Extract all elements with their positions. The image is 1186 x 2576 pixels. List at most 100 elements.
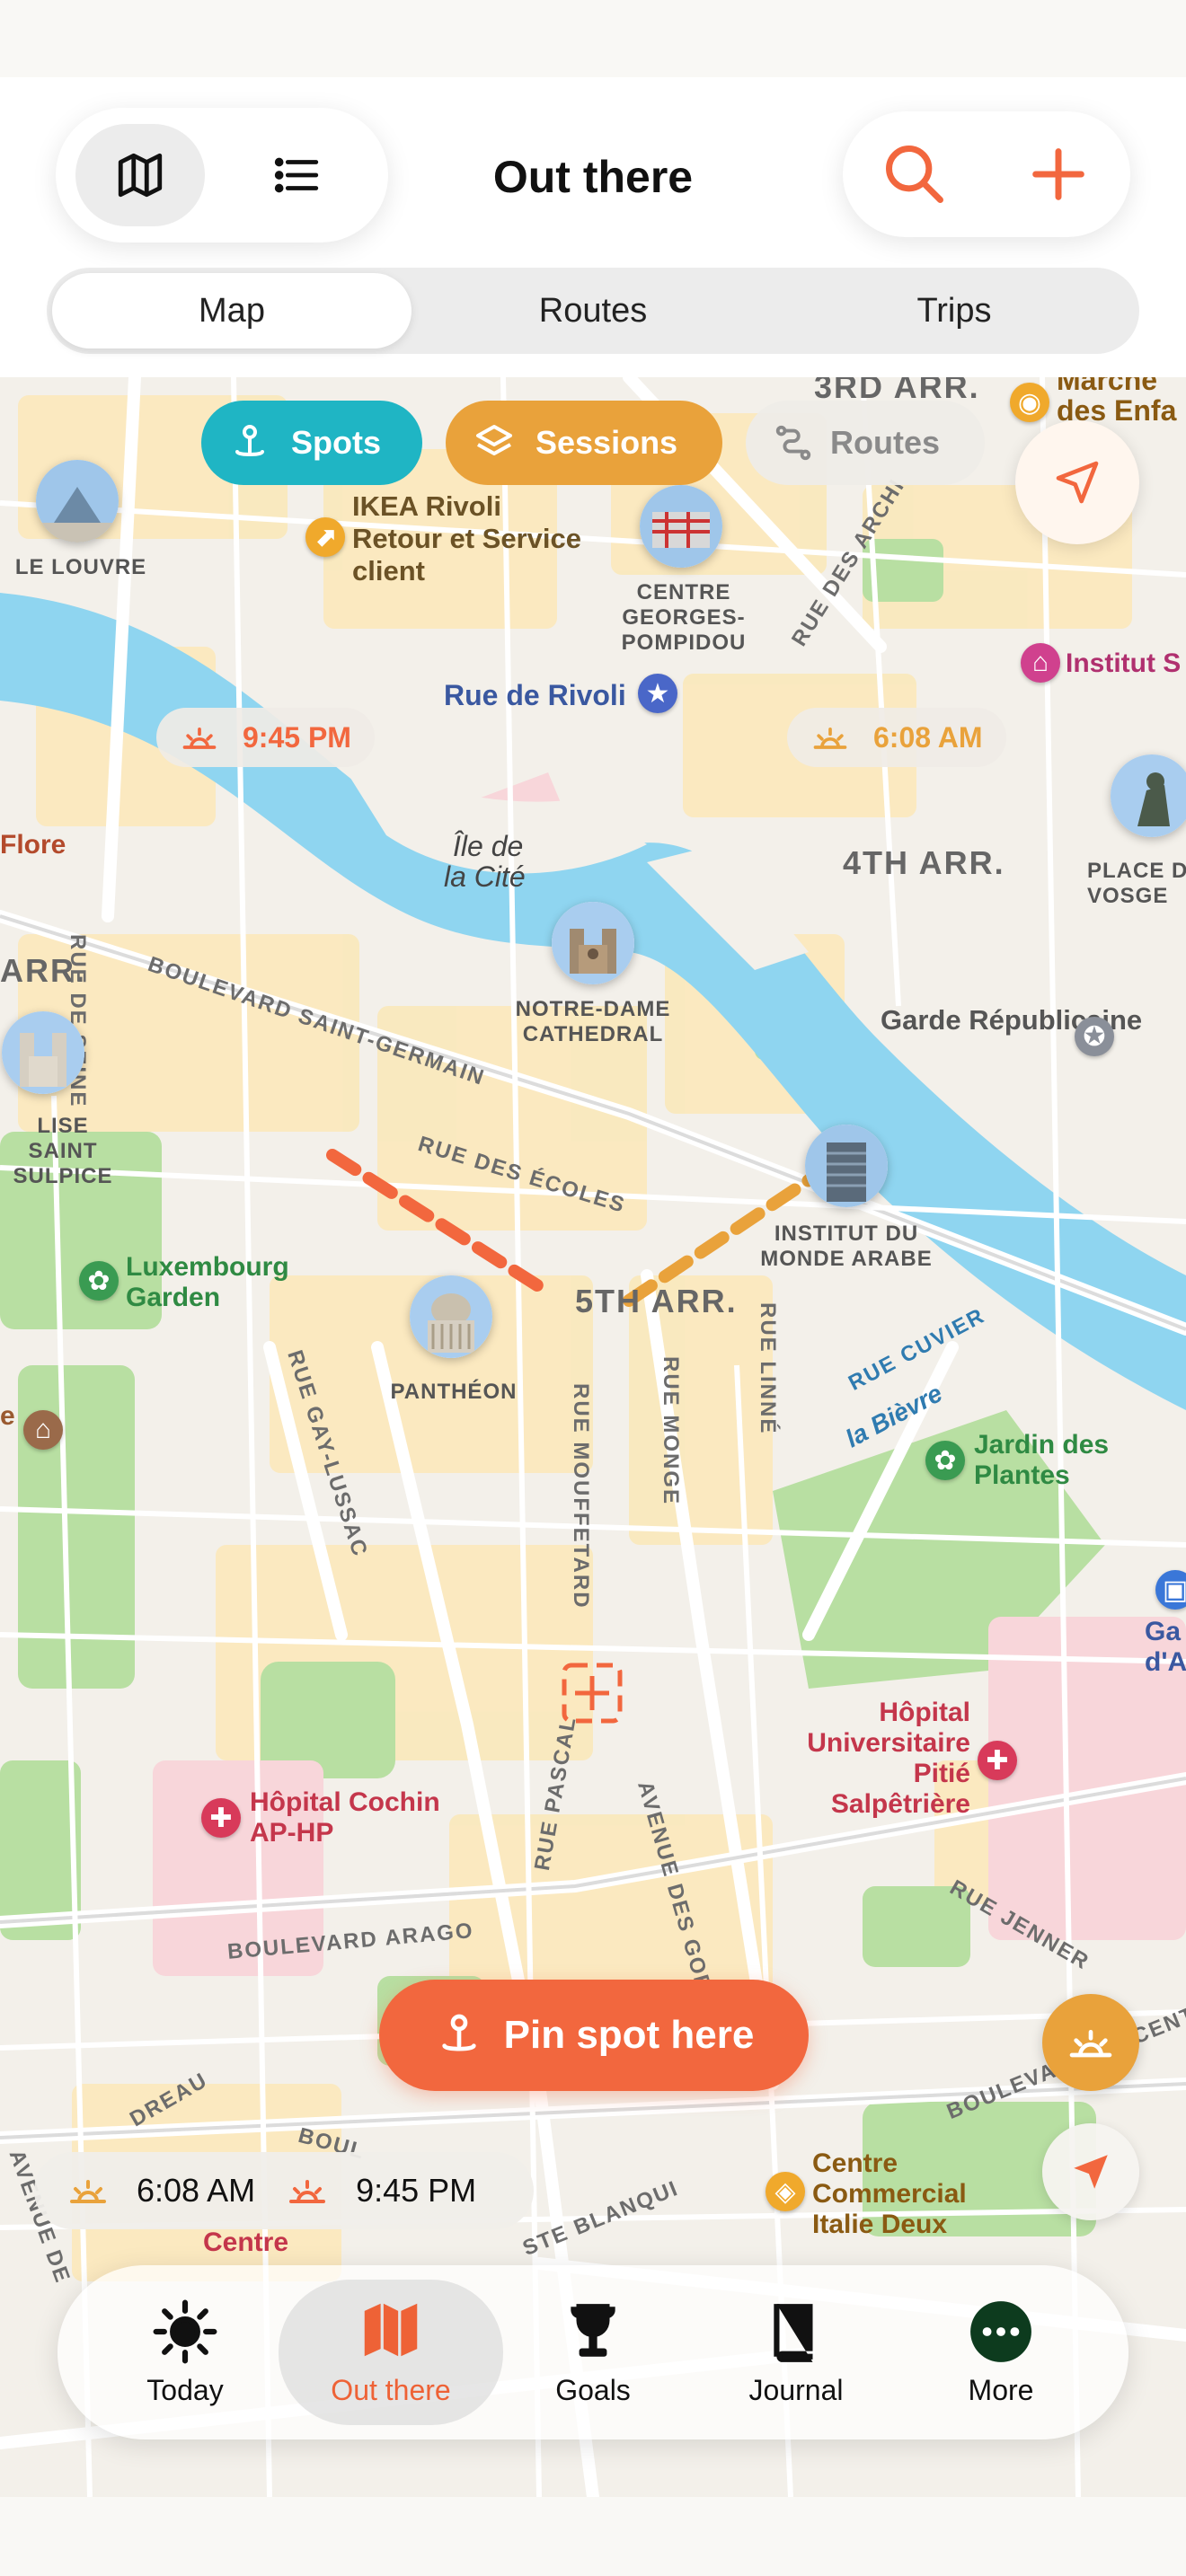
sunrise-icon: [70, 2180, 106, 2203]
search-icon: [886, 146, 943, 203]
poi-label: Jardin des Plantes: [974, 1430, 1110, 1490]
sessions-filter-chip[interactable]: Sessions: [446, 401, 722, 485]
museum-pin-icon[interactable]: ⌂: [23, 1410, 63, 1450]
sun-times-strip: 6:08 AM 9:45 PM: [34, 2152, 534, 2229]
poi-label: Centre: [203, 2228, 289, 2257]
poi-label: Rue de Rivoli: [444, 679, 626, 711]
police-pin-icon[interactable]: ✪: [1075, 1017, 1114, 1056]
saint-sulpice-pin[interactable]: [2, 1011, 84, 1094]
tab-label: More: [968, 2374, 1034, 2406]
tab-journal[interactable]: Journal: [697, 2280, 895, 2425]
sunrise-time: 6:08 AM: [137, 2172, 256, 2209]
hospital-pin-icon[interactable]: ✚: [201, 1798, 241, 1838]
tab-label: Out there: [331, 2374, 451, 2406]
vosges-pin[interactable]: [1111, 754, 1186, 837]
poi-label: Hôpital Universitaire Pitié Salpêtrière: [807, 1698, 970, 1819]
tab-today[interactable]: Today: [86, 2280, 284, 2425]
institution-pin-icon[interactable]: ⌂: [1021, 643, 1060, 683]
book-icon: [774, 2304, 813, 2362]
sunrise-icon: [813, 728, 847, 749]
poi-label: e: [0, 1401, 15, 1431]
tab-map[interactable]: Map: [52, 273, 412, 348]
landmark-label: PLACE DE VOSGE: [1087, 859, 1186, 908]
sunset-time: 9:45 PM: [356, 2172, 477, 2209]
landmark-label: NOTRE-DAME CATHEDRAL: [515, 997, 671, 1046]
landmark-label: LISE SAINT SULPICE: [13, 1114, 113, 1188]
poi-label: Luxembourg Garden: [126, 1252, 289, 1312]
sunset-icon: [182, 728, 217, 749]
list-view-button[interactable]: [232, 124, 361, 226]
hospital-pin-icon[interactable]: ✚: [978, 1741, 1017, 1780]
sunrise-icon: [1069, 2030, 1112, 2058]
search-button[interactable]: [861, 120, 969, 228]
poi-label: Hôpital Cochin AP-HP: [250, 1787, 440, 1848]
pin-icon: [235, 425, 264, 456]
poi-label: Institut S: [1066, 648, 1182, 678]
sunset-time-chip[interactable]: 9:45 PM: [156, 708, 375, 767]
add-button[interactable]: [1005, 120, 1112, 228]
view-toggle: [56, 108, 388, 243]
tab-goals[interactable]: Goals: [494, 2280, 692, 2425]
landmark-label: PANTHÉON: [390, 1380, 518, 1404]
poi-label: Centre Commercial Italie Deux: [812, 2148, 967, 2239]
location-arrow-icon: [1074, 2155, 1108, 2189]
notre-dame-pin[interactable]: [552, 902, 634, 984]
tab-trips[interactable]: Trips: [774, 273, 1134, 348]
pin-spot-button[interactable]: Pin spot here: [379, 1980, 809, 2091]
layers-icon: [476, 425, 512, 455]
poi-label: Garde Républicaine: [881, 1004, 1143, 1036]
tab-more[interactable]: More: [902, 2280, 1100, 2425]
landmark-label: INSTITUT DU MONDE ARABE: [760, 1222, 933, 1271]
header-actions: [843, 111, 1130, 237]
pompidou-pin[interactable]: [640, 485, 722, 568]
louvre-pin[interactable]: [36, 460, 119, 543]
routes-filter-chip[interactable]: Routes: [746, 401, 985, 485]
sunset-icon: [289, 2180, 326, 2203]
spots-filter-chip[interactable]: Spots: [201, 401, 422, 485]
route-icon: [775, 425, 811, 461]
location-arrow-icon: [1056, 461, 1099, 504]
sunrise-time-chip[interactable]: 6:08 AM: [787, 708, 1006, 767]
tab-label: Journal: [748, 2374, 844, 2406]
park-pin-icon[interactable]: ✿: [925, 1441, 965, 1480]
page-title: Out there: [492, 152, 694, 202]
tab-label: Today: [146, 2374, 224, 2406]
tab-out-there[interactable]: Out there: [279, 2280, 503, 2425]
bottom-safe-area: [0, 2497, 1186, 2576]
shopping-pin-icon[interactable]: ◈: [766, 2172, 805, 2211]
bottom-tab-bar: Today Out there Goals Journal More: [58, 2265, 1128, 2439]
star-pin-icon[interactable]: ★: [638, 674, 677, 713]
pantheon-pin[interactable]: [410, 1275, 492, 1358]
map-view-button[interactable]: [75, 124, 205, 226]
plus-icon: [1032, 148, 1084, 200]
street-label: RUE MOUFFETARD: [569, 1383, 593, 1610]
shopping-basket-icon[interactable]: ◉: [1010, 383, 1049, 422]
landmark-label: LE LOUVRE: [14, 555, 147, 579]
more-icon: [970, 2301, 1031, 2362]
store-pin-icon[interactable]: ⬈: [305, 517, 345, 557]
list-icon: [274, 157, 319, 193]
sunrise-toggle-button[interactable]: [1042, 1994, 1139, 2091]
poi-label: IKEA Rivoli Retour et Service client: [352, 490, 581, 587]
district-label: 4TH ARR.: [843, 844, 1005, 881]
district-label: 5TH ARR.: [575, 1283, 738, 1319]
institut-pin[interactable]: [805, 1125, 888, 1207]
island-label: Île de: [453, 830, 524, 862]
map-icon: [364, 2303, 418, 2357]
map-icon: [118, 153, 163, 198]
poi-label: Ga d'Aus: [1145, 1617, 1186, 1677]
tab-routes[interactable]: Routes: [413, 273, 773, 348]
trophy-icon: [571, 2304, 615, 2357]
navigate-button[interactable]: [1015, 420, 1139, 544]
park-pin-icon[interactable]: ✿: [79, 1261, 119, 1301]
sun-icon: [153, 2299, 217, 2364]
tab-label: Goals: [555, 2374, 631, 2406]
segmented-control: Map Routes Trips: [47, 268, 1139, 354]
locate-me-button[interactable]: [1042, 2123, 1139, 2220]
street-label: RUE MONGE: [659, 1356, 683, 1506]
pin-icon: [441, 2014, 476, 2051]
top-navigation: Out there Map Routes Trips: [0, 77, 1186, 377]
island-label: la Cité: [444, 860, 526, 893]
landmark-label: CENTRE GEORGES-POMPIDOU: [621, 580, 747, 655]
poi-label: Flore: [0, 830, 66, 860]
